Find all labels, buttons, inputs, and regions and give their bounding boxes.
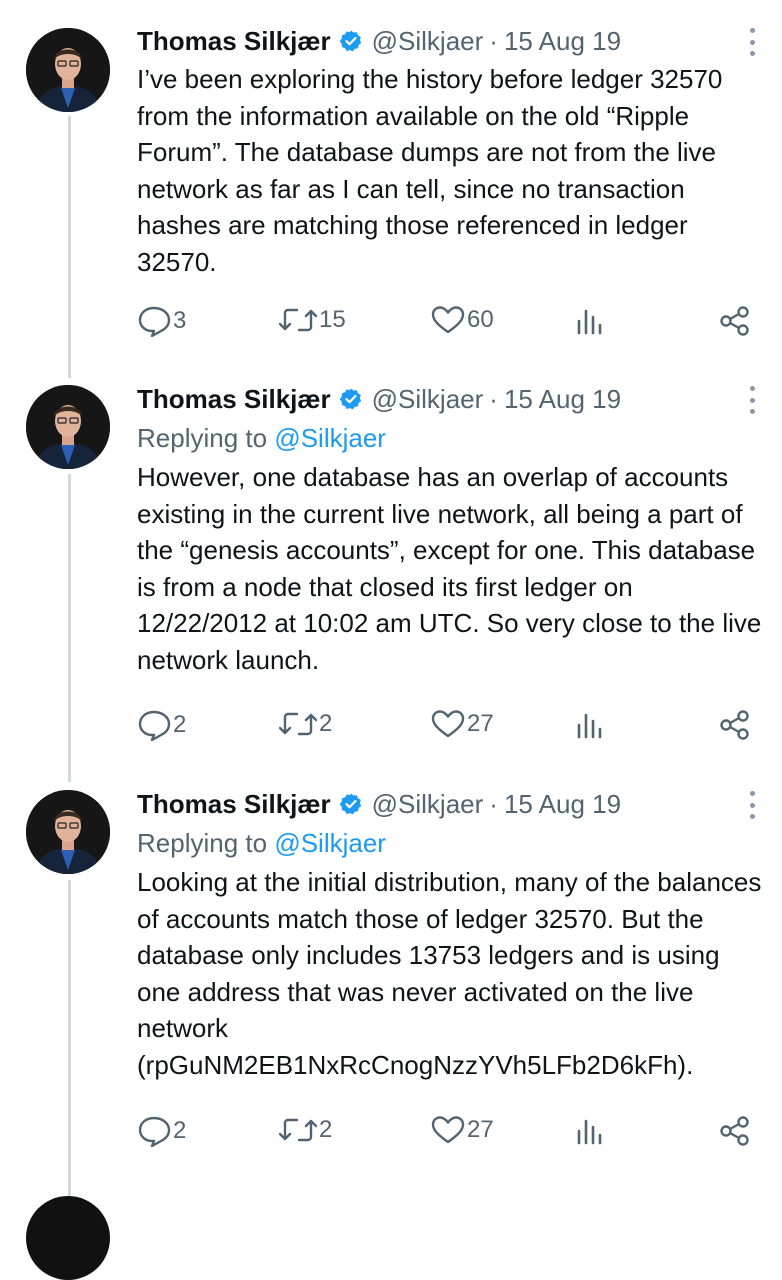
- heart-icon: [431, 710, 465, 738]
- author-handle[interactable]: @Silkjaer: [372, 384, 484, 415]
- share-button[interactable]: [719, 1115, 751, 1147]
- tweet[interactable]: Thomas Silkjær @Silkjaer · 15 Aug 19 Rep…: [0, 785, 782, 1195]
- tweet-date[interactable]: 15 Aug 19: [504, 384, 621, 415]
- tweet[interactable]: Thomas Silkjær @Silkjaer · 15 Aug 19 I’v…: [0, 0, 782, 380]
- replying-to-label: Replying to: [137, 423, 268, 453]
- replying-to-mention[interactable]: @Silkjaer: [274, 828, 386, 858]
- share-button[interactable]: [719, 305, 751, 337]
- like-count: 27: [467, 710, 494, 737]
- like-count: 60: [467, 306, 494, 333]
- avatar[interactable]: [26, 385, 110, 469]
- tweet-header: Thomas Silkjær @Silkjaer · 15 Aug 19: [137, 24, 762, 58]
- retweet-count: 15: [319, 306, 346, 333]
- retweet-count: 2: [319, 1116, 333, 1143]
- like-button[interactable]: 27: [431, 1115, 494, 1145]
- like-button[interactable]: 27: [431, 709, 494, 739]
- share-icon: [720, 306, 749, 336]
- verified-badge-icon: [339, 792, 363, 816]
- tweet-text: I’ve been exploring the history before l…: [137, 64, 723, 277]
- author-name[interactable]: Thomas Silkjær: [137, 789, 331, 820]
- share-button[interactable]: [719, 709, 751, 741]
- action-bar: 2 2 27: [137, 1115, 757, 1149]
- author-name[interactable]: Thomas Silkjær: [137, 384, 331, 415]
- separator-dot: ·: [489, 788, 498, 819]
- reply-count: 3: [173, 307, 187, 334]
- separator-dot: ·: [489, 25, 498, 56]
- heart-icon: [431, 1116, 465, 1144]
- views-button[interactable]: [575, 709, 603, 739]
- views-button[interactable]: [575, 305, 603, 335]
- views-icon: [577, 713, 602, 739]
- heart-icon: [431, 306, 465, 334]
- reply-icon: [138, 306, 171, 337]
- avatar-next-tweet[interactable]: [26, 1196, 110, 1280]
- views-icon: [577, 309, 602, 335]
- retweet-button[interactable]: 2: [279, 709, 332, 739]
- reply-icon: [138, 1116, 171, 1147]
- tweet-text: Looking at the initial distribution, man…: [137, 867, 762, 1080]
- views-icon: [577, 1119, 602, 1145]
- share-icon: [720, 710, 749, 740]
- like-button[interactable]: 60: [431, 305, 494, 335]
- like-count: 27: [467, 1116, 494, 1143]
- reply-count: 2: [173, 1117, 187, 1144]
- retweet-icon: [279, 712, 317, 736]
- more-options-icon[interactable]: [742, 28, 762, 56]
- replying-to: Replying to @Silkjaer: [137, 420, 762, 456]
- replying-to: Replying to @Silkjaer: [137, 825, 762, 861]
- tweet-text: However, one database has an overlap of …: [137, 462, 762, 675]
- avatar[interactable]: [26, 790, 110, 874]
- retweet-icon: [279, 1118, 317, 1142]
- action-bar: 2 2 27: [137, 709, 757, 743]
- tweet-header: Thomas Silkjær @Silkjaer · 15 Aug 19: [137, 787, 762, 821]
- reply-icon: [138, 710, 171, 741]
- verified-badge-icon: [339, 29, 363, 53]
- reply-button[interactable]: 3: [137, 305, 186, 337]
- action-bar: 3 15 60: [137, 305, 757, 339]
- retweet-icon: [279, 308, 317, 332]
- tweet-header: Thomas Silkjær @Silkjaer · 15 Aug 19: [137, 382, 762, 416]
- replying-to-mention[interactable]: @Silkjaer: [274, 423, 386, 453]
- reply-button[interactable]: 2: [137, 709, 186, 741]
- author-name[interactable]: Thomas Silkjær: [137, 26, 331, 57]
- reply-button[interactable]: 2: [137, 1115, 186, 1147]
- share-icon: [720, 1116, 749, 1146]
- separator-dot: ·: [489, 383, 498, 414]
- replying-to-label: Replying to: [137, 828, 268, 858]
- retweet-count: 2: [319, 710, 333, 737]
- reply-count: 2: [173, 711, 187, 738]
- tweet[interactable]: Thomas Silkjær @Silkjaer · 15 Aug 19 Rep…: [0, 380, 782, 780]
- author-handle[interactable]: @Silkjaer: [372, 789, 484, 820]
- author-handle[interactable]: @Silkjaer: [372, 26, 484, 57]
- views-button[interactable]: [575, 1115, 603, 1145]
- verified-badge-icon: [339, 387, 363, 411]
- avatar[interactable]: [26, 28, 110, 112]
- retweet-button[interactable]: 2: [279, 1115, 332, 1145]
- more-options-icon[interactable]: [742, 386, 762, 414]
- tweet-date[interactable]: 15 Aug 19: [504, 26, 621, 57]
- retweet-button[interactable]: 15: [279, 305, 346, 335]
- tweet-date[interactable]: 15 Aug 19: [504, 789, 621, 820]
- more-options-icon[interactable]: [742, 791, 762, 819]
